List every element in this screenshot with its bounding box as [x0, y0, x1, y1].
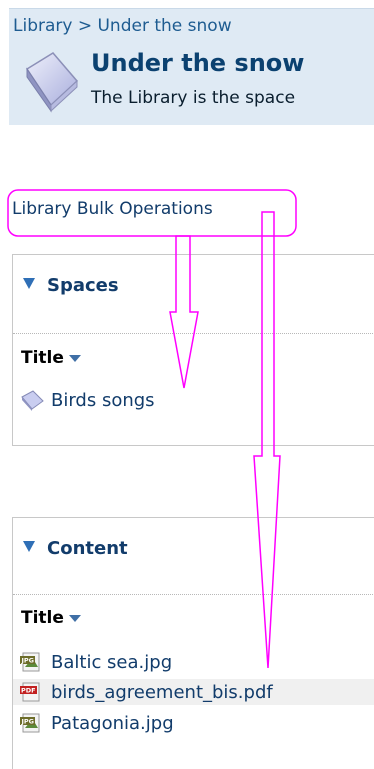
page-title: Under the snow — [91, 49, 305, 77]
content-item-label[interactable]: Baltic sea.jpg — [51, 652, 172, 673]
spaces-panel-heading: Spaces — [47, 275, 119, 296]
title-column-header[interactable]: Title — [21, 348, 81, 368]
sort-descending-icon[interactable] — [68, 355, 81, 362]
divider — [13, 594, 374, 595]
jpg-file-icon: JPG — [20, 652, 40, 672]
svg-text:PDF: PDF — [21, 687, 36, 695]
list-item[interactable]: JPG Baltic sea.jpg — [19, 649, 172, 675]
space-folder-icon — [25, 52, 79, 113]
breadcrumb[interactable]: Library > Under the snow — [13, 16, 232, 36]
svg-text:JPG: JPG — [21, 657, 35, 665]
collapse-triangle-icon — [23, 541, 35, 552]
svg-text:JPG: JPG — [21, 718, 35, 726]
folder-space-icon — [21, 390, 44, 411]
space-item-label[interactable]: Birds songs — [51, 390, 155, 411]
pdf-file-icon: PDF — [20, 682, 40, 702]
list-item[interactable]: PDF birds_agreement_bis.pdf — [13, 679, 374, 705]
title-column-label: Title — [21, 608, 64, 628]
sort-descending-icon[interactable] — [68, 615, 81, 622]
content-panel-heading: Content — [47, 538, 128, 559]
list-item[interactable]: JPG Patagonia.jpg — [19, 710, 174, 736]
space-header: Library > Under the snow Under the snow … — [9, 8, 374, 125]
title-column-header[interactable]: Title — [21, 608, 81, 628]
content-panel: Content Title JPG Baltic sea.jpg PDF bir… — [12, 517, 374, 769]
spaces-panel: Spaces Title Birds songs — [12, 254, 374, 446]
page-description: The Library is the space — [91, 88, 296, 108]
jpg-file-icon: JPG — [20, 713, 40, 733]
content-panel-toggle[interactable]: Content — [23, 538, 128, 559]
list-item[interactable]: Birds songs — [19, 387, 155, 413]
collapse-triangle-icon — [23, 278, 35, 289]
content-item-label[interactable]: birds_agreement_bis.pdf — [51, 682, 273, 703]
title-column-label: Title — [21, 348, 64, 368]
spaces-panel-toggle[interactable]: Spaces — [23, 275, 119, 296]
content-item-label[interactable]: Patagonia.jpg — [51, 713, 174, 734]
bulk-operations-link[interactable]: Library Bulk Operations — [12, 199, 213, 219]
divider — [13, 333, 374, 334]
